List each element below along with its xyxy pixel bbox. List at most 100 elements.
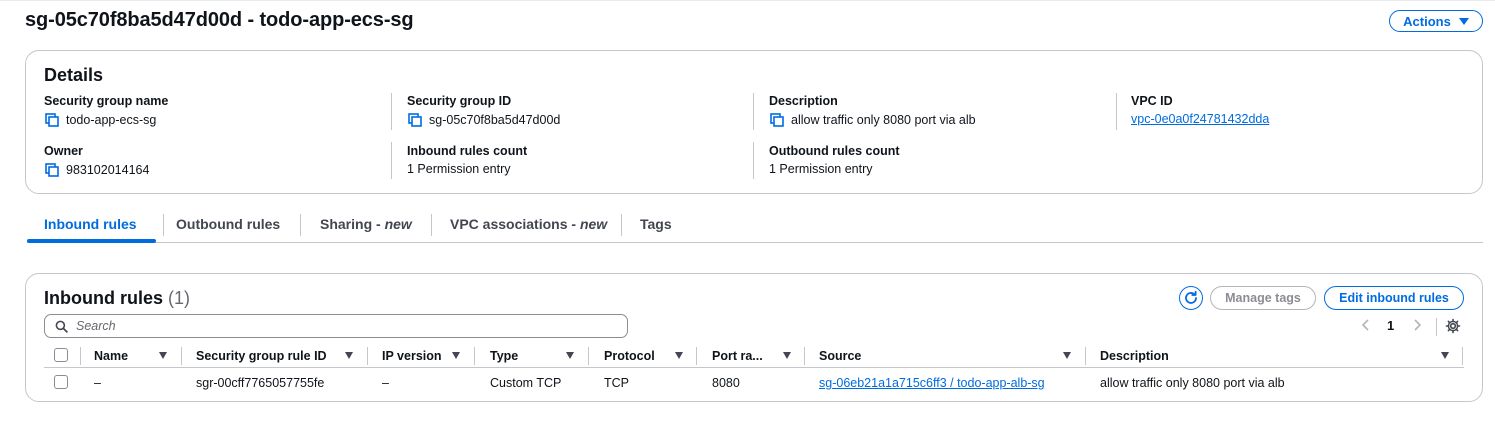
refresh-button[interactable] — [1179, 286, 1203, 310]
field-inbound-rules-count: Inbound rules count 1 Permission entry — [407, 144, 527, 176]
column-header-rule-id[interactable]: Security group rule ID — [196, 349, 327, 363]
cell-ip-version: – — [382, 376, 389, 390]
vpc-id-link[interactable]: vpc-0e0a0f24781432dda — [1131, 112, 1269, 126]
field-value: sg-05c70f8ba5d47d00d — [429, 113, 561, 127]
field-label: Description — [769, 94, 838, 108]
caret-down-icon — [1458, 17, 1469, 25]
column-divider — [753, 93, 754, 130]
field-value: allow traffic only 8080 port via alb — [791, 113, 976, 127]
column-header-protocol[interactable]: Protocol — [604, 349, 655, 363]
field-label: Outbound rules count — [769, 144, 900, 158]
column-header-type[interactable]: Type — [490, 349, 518, 363]
field-vpc-id: VPC ID vpc-0e0a0f24781432dda — [1131, 94, 1269, 126]
cell-port-range: 8080 — [712, 376, 740, 390]
copy-icon[interactable] — [44, 162, 60, 178]
field-value: 1 Permission entry — [769, 162, 873, 176]
chevron-right-icon — [1414, 319, 1422, 331]
tab-separator — [431, 214, 432, 236]
field-security-group-id: Security group ID sg-05c70f8ba5d47d00d — [407, 94, 560, 128]
previous-page-button[interactable] — [1361, 318, 1371, 335]
field-label: Security group ID — [407, 94, 512, 108]
field-label: Inbound rules count — [407, 144, 528, 158]
field-label: Owner — [44, 144, 83, 158]
copy-icon[interactable] — [407, 112, 423, 128]
page-title: sg-05c70f8ba5d47d00d - todo-app-ecs-sg — [25, 9, 414, 31]
actions-button-label: Actions — [1403, 13, 1451, 29]
column-divider — [391, 93, 392, 130]
field-value: 983102014164 — [66, 163, 150, 177]
column-divider — [181, 347, 182, 365]
column-divider — [1116, 93, 1117, 130]
tab-separator — [300, 214, 301, 236]
tab-tags[interactable]: Tags — [640, 216, 672, 232]
tab-vpc-associations[interactable]: VPC associations - new — [450, 216, 607, 232]
table-preferences-button[interactable] — [1445, 318, 1461, 337]
sort-icon[interactable] — [1063, 352, 1071, 359]
table-header-divider — [44, 367, 1464, 368]
cell-protocol: TCP — [604, 376, 629, 390]
column-divider — [804, 347, 805, 365]
select-all-checkbox[interactable] — [54, 348, 68, 362]
page-number[interactable]: 1 — [1387, 318, 1394, 333]
sort-icon[interactable] — [675, 352, 683, 359]
tab-sharing[interactable]: Sharing - new — [320, 216, 412, 232]
cell-description: allow traffic only 8080 port via alb — [1100, 376, 1285, 390]
column-divider — [367, 347, 368, 365]
copy-icon[interactable] — [44, 112, 60, 128]
edit-inbound-rules-button[interactable]: Edit inbound rules — [1324, 286, 1464, 310]
gear-icon — [1445, 318, 1461, 334]
column-divider — [391, 142, 392, 179]
search-input[interactable] — [76, 319, 616, 333]
column-divider — [1085, 347, 1086, 365]
tab-separator — [163, 214, 164, 236]
top-divider — [0, 0, 1495, 1]
rules-count: (1) — [168, 288, 191, 308]
row-checkbox[interactable] — [54, 375, 68, 389]
sort-icon[interactable] — [452, 352, 460, 359]
inbound-rules-title: Inbound rules (1) — [44, 288, 191, 308]
cell-name: – — [94, 376, 101, 390]
tab-outbound-rules[interactable]: Outbound rules — [176, 216, 280, 232]
field-outbound-rules-count: Outbound rules count 1 Permission entry — [769, 144, 900, 176]
tab-inbound-rules[interactable]: Inbound rules — [44, 216, 137, 232]
sort-icon[interactable] — [159, 352, 167, 359]
field-value: 1 Permission entry — [407, 162, 511, 176]
field-security-group-name: Security group name todo-app-ecs-sg — [44, 94, 168, 128]
column-header-source[interactable]: Source — [819, 349, 861, 363]
cell-rule-id: sgr-00cff7765057755fe — [196, 376, 325, 390]
field-label: VPC ID — [1131, 94, 1173, 108]
column-divider — [588, 347, 589, 365]
actions-button[interactable]: Actions — [1389, 10, 1483, 32]
copy-icon[interactable] — [769, 112, 785, 128]
cell-type: Custom TCP — [490, 376, 562, 390]
next-page-button[interactable] — [1412, 318, 1422, 335]
cell-source-link[interactable]: sg-06eb21a1a715c6ff3 / todo-app-alb-sg — [819, 376, 1045, 390]
search-field[interactable] — [44, 314, 628, 338]
column-header-description[interactable]: Description — [1100, 349, 1169, 363]
column-divider — [696, 347, 697, 365]
column-divider — [474, 347, 475, 365]
inbound-rules-panel: Inbound rules (1) Manage tags Edit inbou… — [25, 273, 1483, 402]
sort-icon[interactable] — [345, 352, 353, 359]
search-icon — [55, 320, 68, 333]
column-divider — [753, 142, 754, 179]
column-divider — [80, 347, 81, 365]
tabs-baseline — [27, 242, 1483, 243]
column-header-port-range[interactable]: Port ra... — [712, 349, 763, 363]
chevron-left-icon — [1361, 319, 1369, 331]
active-tab-indicator — [27, 239, 156, 243]
column-header-name[interactable]: Name — [94, 349, 128, 363]
sort-icon[interactable] — [1441, 352, 1449, 359]
column-divider — [1462, 347, 1463, 365]
sort-icon[interactable] — [783, 352, 791, 359]
details-title: Details — [44, 65, 104, 85]
sort-icon[interactable] — [566, 352, 574, 359]
tab-separator — [621, 214, 622, 236]
details-panel: Details Security group name todo-app-ecs… — [25, 50, 1483, 194]
manage-tags-button[interactable]: Manage tags — [1210, 286, 1316, 310]
field-label: Security group name — [44, 94, 169, 108]
field-description: Description allow traffic only 8080 port… — [769, 94, 976, 128]
column-header-ip-version[interactable]: IP version — [382, 349, 442, 363]
refresh-icon — [1185, 290, 1197, 304]
field-value: todo-app-ecs-sg — [66, 113, 157, 127]
